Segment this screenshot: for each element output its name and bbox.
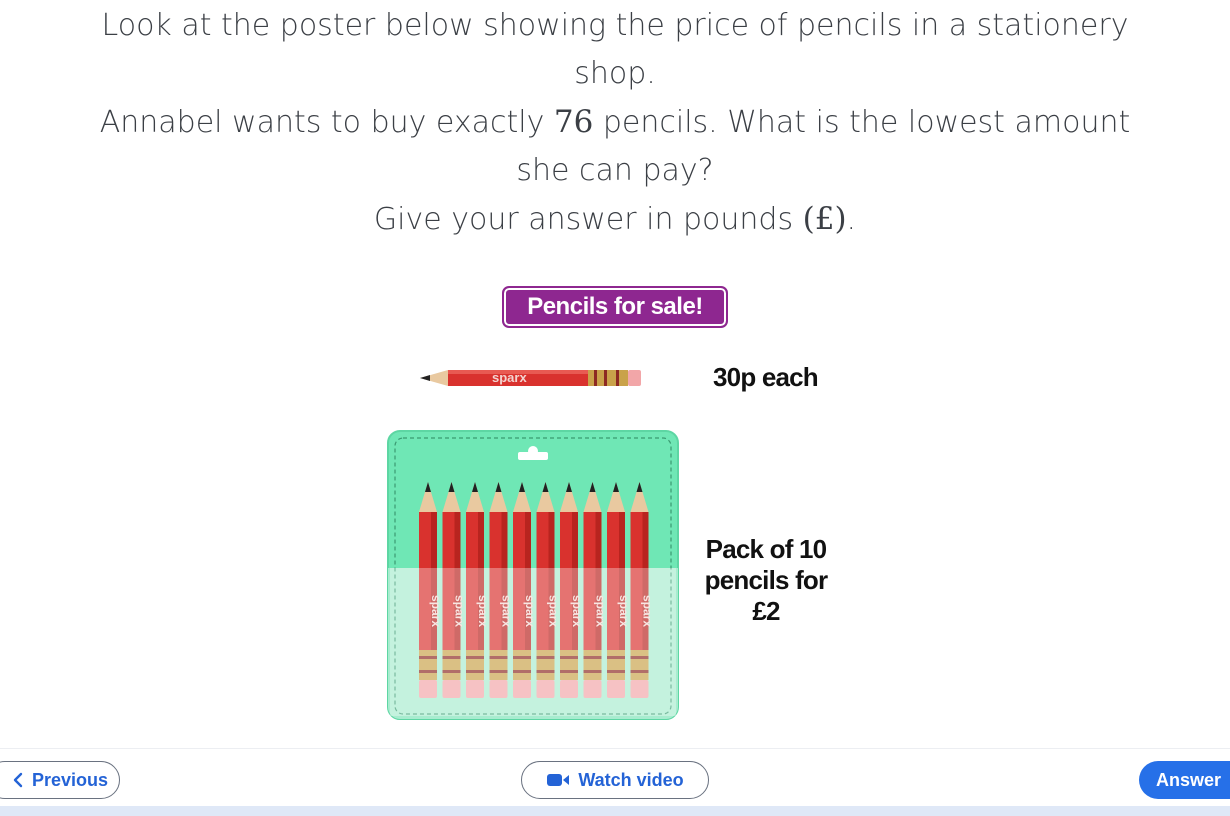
question-text-segment: Annabel wants to buy exactly <box>99 105 554 140</box>
question-line-1: Look at the poster below showing the pri… <box>101 8 1129 43</box>
question-text-segment: . <box>846 202 857 237</box>
question-line-5: Give your answer in pounds (£). <box>0 195 1230 244</box>
pack-price-line-1: Pack of 10 <box>705 534 827 564</box>
single-pencil-image: sparx <box>420 370 641 386</box>
question-line-3: Annabel wants to buy exactly 76 pencils.… <box>0 98 1230 147</box>
math-currency: (£) <box>802 201 847 237</box>
watch-video-label: Watch video <box>578 769 684 790</box>
previous-button[interactable]: Previous <box>0 761 120 799</box>
video-camera-icon <box>547 774 570 786</box>
pack-price-label: Pack of 10 pencils for £2 <box>689 534 843 627</box>
question-line-2: shop. <box>574 56 656 91</box>
watch-video-button[interactable]: Watch video <box>521 761 709 799</box>
pencil-brand-text: sparx <box>492 370 527 385</box>
answer-button[interactable]: Answer <box>1139 761 1230 799</box>
footer-strip <box>0 806 1230 816</box>
single-price-label: 30p each <box>713 362 819 392</box>
question-line-4: she can pay? <box>516 153 714 188</box>
footer-divider <box>0 748 1230 749</box>
math-number: 76 <box>553 104 594 140</box>
question-text-segment: pencils. What is the lowest amount <box>593 105 1131 140</box>
question-text: Look at the poster below showing the pri… <box>0 2 1230 244</box>
chevron-left-icon <box>13 772 23 788</box>
previous-button-label: Previous <box>31 769 109 790</box>
pack-cover-overlay <box>390 568 676 716</box>
pencil-pack-image: sparx sparx sparx sparx sparx sparx sparx sparx… <box>387 430 679 720</box>
pack-price-line-2: pencils for £2 <box>704 565 828 626</box>
poster-title: Pencils for sale! <box>502 286 728 328</box>
answer-button-label: Answer <box>1156 769 1222 790</box>
question-text-segment: Give your answer in pounds <box>373 202 803 237</box>
